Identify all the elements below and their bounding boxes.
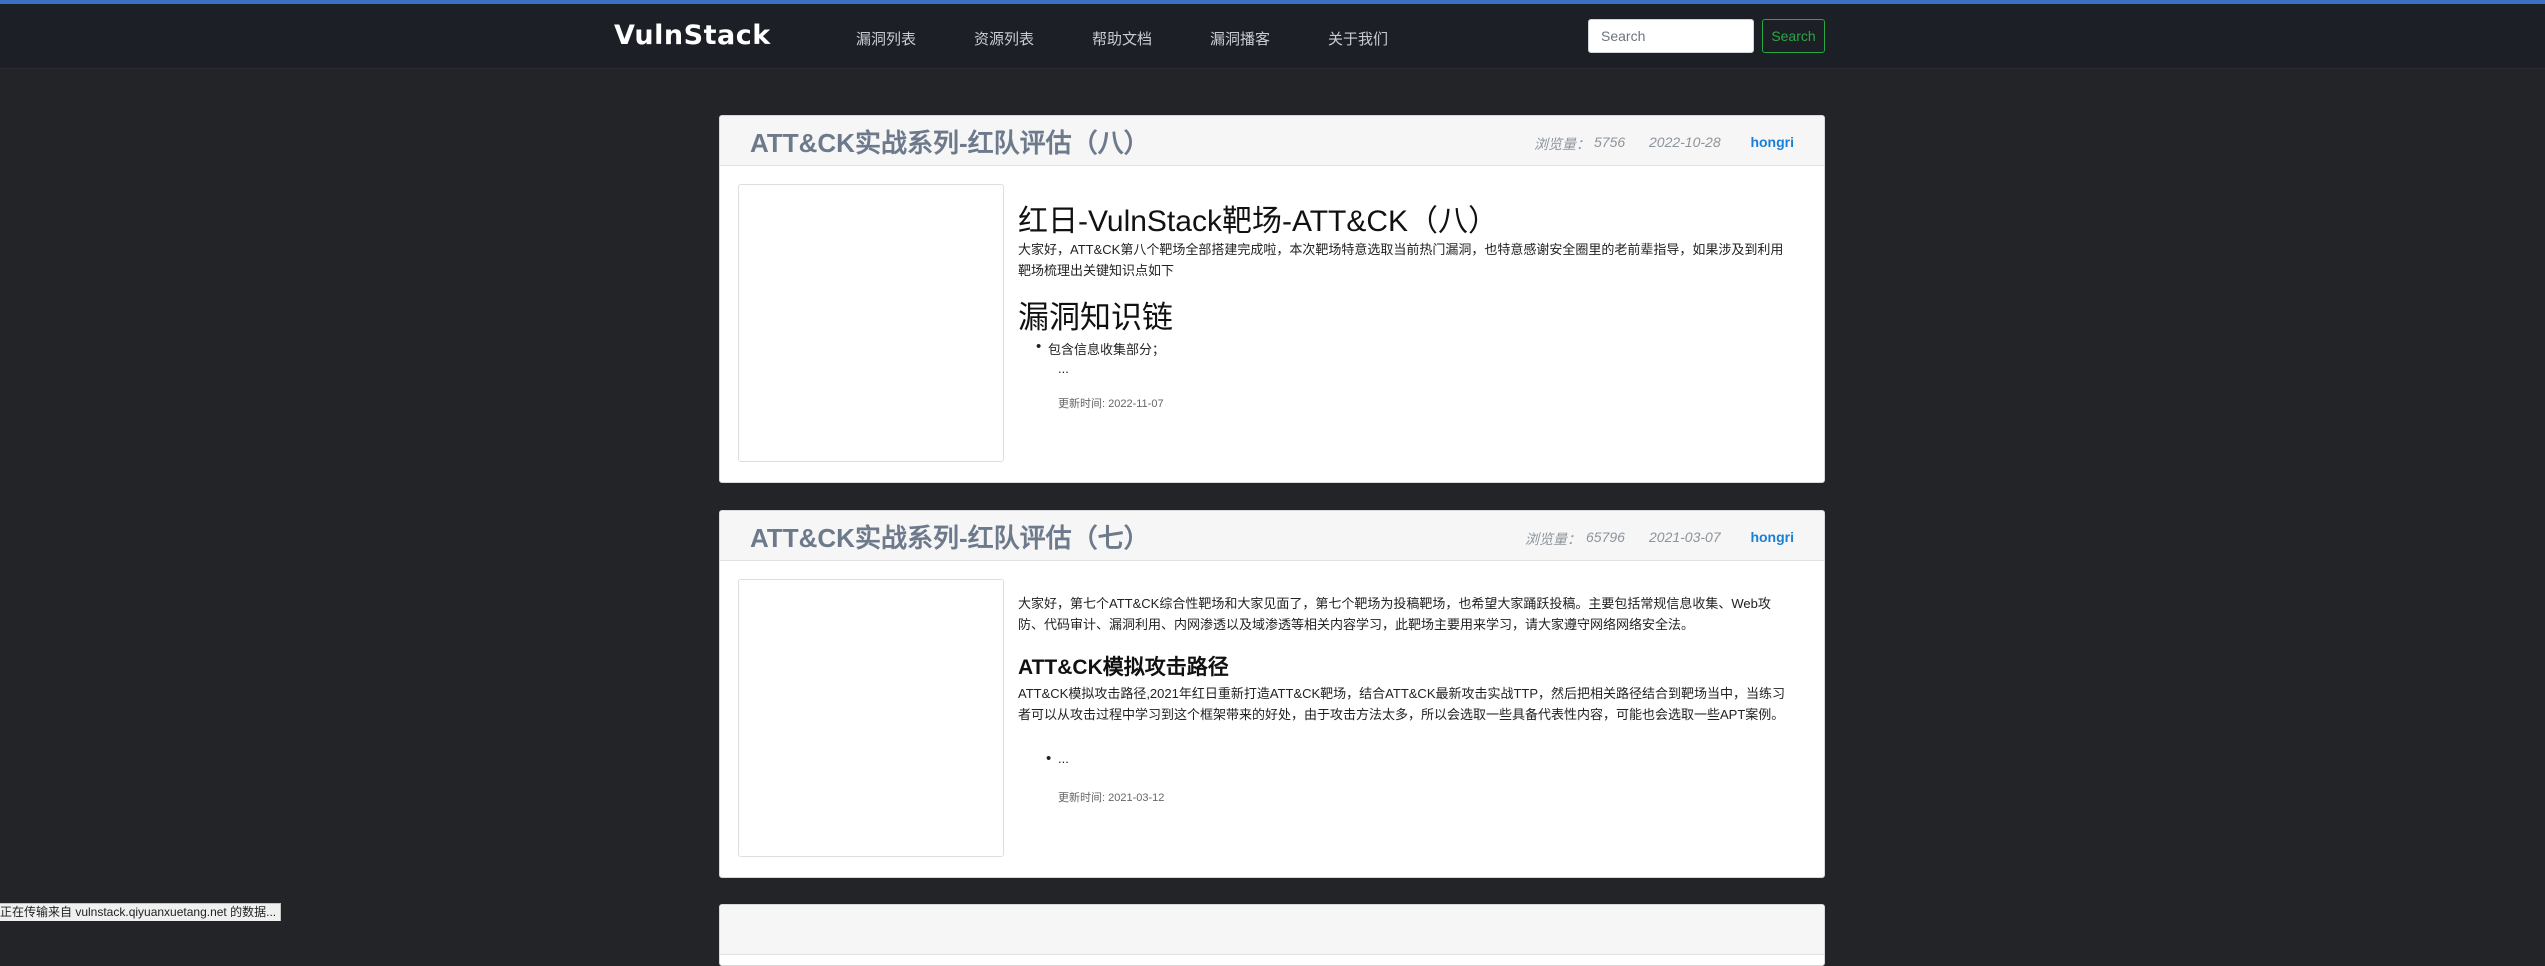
summary-subheading: 漏洞知识链 [1018, 300, 1173, 335]
author-link[interactable]: hongri [1750, 134, 1794, 150]
view-count: 5756 [1594, 134, 1626, 150]
author-link[interactable]: hongri [1750, 529, 1794, 545]
summary-paragraph-2: ATT&CK模拟攻击路径,2021年红日重新打造ATT&CK靶场，结合ATT&C… [1018, 686, 1786, 722]
publish-date: 2021-03-07 [1649, 529, 1721, 545]
updated-time: 更新时间: 2021-03-12 [1058, 792, 1165, 804]
view-count: 65796 [1586, 529, 1625, 545]
article-title[interactable]: ATT&CK实战系列-红队评估（八） [750, 123, 1150, 160]
article-card-partial [719, 904, 1825, 966]
publish-date: 2022-10-28 [1649, 134, 1721, 150]
summary-paragraph: 大家好，ATT&CK第八个靶场全部搭建完成啦，本次靶场特意选取当前热门漏洞，也特… [1018, 242, 1784, 278]
article-summary: 大家好，第七个ATT&CK综合性靶场和大家见面了，第七个靶场为投稿靶场，也希望大… [1018, 593, 1794, 863]
ellipsis-text: ... [1058, 361, 1069, 376]
article-thumbnail[interactable] [738, 579, 1004, 857]
views-label: 浏览量： [1534, 136, 1590, 152]
nav-vuln-list[interactable]: 漏洞列表 [856, 28, 916, 49]
nav-help-docs[interactable]: 帮助文档 [1092, 28, 1152, 49]
summary-subheading: ATT&CK模拟攻击路径 [1018, 656, 1229, 679]
article-card: ATT&CK实战系列-红队评估（七） 浏览量： 65796 2021-03-07… [719, 510, 1825, 878]
article-card: ATT&CK实战系列-红队评估（八） 浏览量： 5756 2022-10-28 … [719, 115, 1825, 483]
article-title[interactable]: ATT&CK实战系列-红队评估（七） [750, 518, 1150, 555]
card-header [720, 905, 1824, 955]
nav-about-us[interactable]: 关于我们 [1328, 28, 1388, 49]
brand-logo[interactable]: VulnStack [614, 20, 771, 51]
article-thumbnail[interactable] [738, 184, 1004, 462]
card-header: ATT&CK实战系列-红队评估（八） 浏览量： 5756 2022-10-28 … [720, 116, 1824, 166]
updated-time: 更新时间: 2022-11-07 [1058, 398, 1164, 410]
summary-heading: 红日-VulnStack靶场-ATT&CK（八） [1018, 205, 1499, 238]
list-item: ... [1046, 750, 1069, 767]
article-summary: 红日-VulnStack靶场-ATT&CK（八） 大家好，ATT&CK第八个靶场… [1018, 196, 1794, 466]
nav-resource-list[interactable]: 资源列表 [974, 28, 1034, 49]
search-input[interactable] [1588, 19, 1754, 53]
browser-status-bar: 正在传输来自 vulnstack.qiyuanxuetang.net 的数据..… [0, 903, 282, 921]
navbar: VulnStack 漏洞列表 资源列表 帮助文档 漏洞播客 关于我们 Searc… [0, 4, 2545, 68]
list-item: 包含信息收集部分； [1036, 338, 1165, 358]
search-button[interactable]: Search [1762, 19, 1825, 53]
nav-vuln-podcast[interactable]: 漏洞播客 [1210, 28, 1270, 49]
card-header: ATT&CK实战系列-红队评估（七） 浏览量： 65796 2021-03-07… [720, 511, 1824, 561]
summary-paragraph: 大家好，第七个ATT&CK综合性靶场和大家见面了，第七个靶场为投稿靶场，也希望大… [1018, 596, 1771, 632]
views-label: 浏览量： [1525, 531, 1581, 547]
